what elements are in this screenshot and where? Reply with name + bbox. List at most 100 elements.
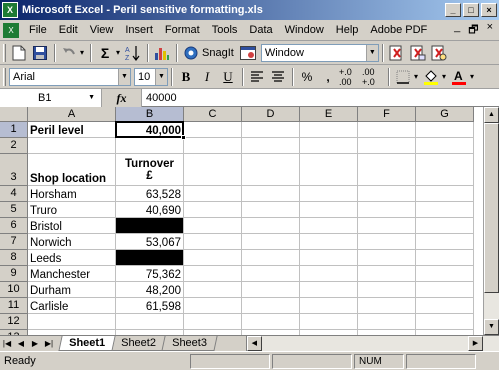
chevron-down-icon[interactable]: ▼ — [365, 44, 378, 61]
cell-d10[interactable] — [242, 282, 300, 298]
cell-c3[interactable] — [184, 154, 242, 186]
row-header-11[interactable]: 11 — [0, 298, 28, 314]
row-header-3[interactable]: 3 — [0, 154, 28, 186]
workbook-icon[interactable]: X — [3, 22, 19, 38]
sort-ascending-icon[interactable]: AZ — [123, 43, 143, 63]
cell-g11[interactable] — [416, 298, 474, 314]
insert-function-icon[interactable]: fx — [102, 88, 142, 107]
cell-b7[interactable]: 53,067 — [116, 234, 184, 250]
cell-c12[interactable] — [184, 314, 242, 330]
cell-a4[interactable]: Horsham — [28, 186, 116, 202]
pdf-review-icon[interactable] — [429, 43, 449, 63]
cell-g8[interactable] — [416, 250, 474, 266]
cell-d3[interactable] — [242, 154, 300, 186]
cell-c2[interactable] — [184, 138, 242, 154]
cell-b3[interactable]: Turnover £ — [116, 154, 184, 186]
cell-e6[interactable] — [300, 218, 358, 234]
cell-f8[interactable] — [358, 250, 416, 266]
cell-b2[interactable] — [116, 138, 184, 154]
cell-g5[interactable] — [416, 202, 474, 218]
cell-g6[interactable] — [416, 218, 474, 234]
scroll-left-icon[interactable]: ◀ — [246, 336, 262, 351]
row-header-12[interactable]: 12 — [0, 314, 28, 330]
cell-b1[interactable]: 40,000 — [116, 122, 184, 138]
snagit-label[interactable]: SnagIt — [202, 47, 234, 59]
increase-decimal-button[interactable]: +.0 .00 — [339, 67, 361, 87]
cell-d1[interactable] — [242, 122, 300, 138]
scroll-right-icon[interactable]: ▶ — [468, 336, 483, 351]
column-header-e[interactable]: E — [300, 107, 358, 122]
cell-f6[interactable] — [358, 218, 416, 234]
scroll-down-icon[interactable]: ▼ — [484, 319, 499, 335]
menu-view[interactable]: View — [84, 24, 120, 36]
tab-sheet1[interactable]: Sheet1 — [58, 336, 116, 351]
cell-e1[interactable] — [300, 122, 358, 138]
next-sheet-icon[interactable]: ▶ — [28, 339, 42, 348]
toolbar-grip[interactable] — [3, 67, 6, 86]
cell-f3[interactable] — [358, 154, 416, 186]
cell-f5[interactable] — [358, 202, 416, 218]
cell-f1[interactable] — [358, 122, 416, 138]
chevron-down-icon[interactable]: ▼ — [118, 68, 130, 85]
toolbar-grip[interactable] — [3, 43, 6, 62]
cell-a8[interactable]: Leeds — [28, 250, 116, 266]
tab-sheet3[interactable]: Sheet3 — [161, 336, 218, 351]
borders-dropdown-icon[interactable]: ▾ — [414, 72, 418, 81]
cell-g12[interactable] — [416, 314, 474, 330]
column-header-c[interactable]: C — [184, 107, 242, 122]
menu-adobe-pdf[interactable]: Adobe PDF — [364, 24, 433, 36]
cell-d7[interactable] — [242, 234, 300, 250]
cell-f4[interactable] — [358, 186, 416, 202]
cell-a6[interactable]: Bristol — [28, 218, 116, 234]
worksheet-grid[interactable]: ABCDEFG12345678910111213Peril level40,00… — [0, 107, 499, 335]
cell-d12[interactable] — [242, 314, 300, 330]
doc-restore-button[interactable]: 🗗 — [468, 21, 478, 40]
cell-d8[interactable] — [242, 250, 300, 266]
autosum-dropdown-icon[interactable]: ▾ — [116, 48, 120, 57]
cell-a12[interactable] — [28, 314, 116, 330]
doc-minimize-button[interactable]: _ — [454, 21, 460, 40]
first-sheet-icon[interactable]: |◀ — [0, 339, 14, 348]
cell-d9[interactable] — [242, 266, 300, 282]
cell-a10[interactable]: Durham — [28, 282, 116, 298]
new-icon[interactable] — [9, 43, 29, 63]
cell-c8[interactable] — [184, 250, 242, 266]
cell-a5[interactable]: Truro — [28, 202, 116, 218]
cell-e10[interactable] — [300, 282, 358, 298]
chevron-down-icon[interactable]: ▼ — [155, 68, 167, 85]
cell-c10[interactable] — [184, 282, 242, 298]
font-name-combo[interactable]: Arial ▼ — [9, 67, 131, 86]
menu-tools[interactable]: Tools — [206, 24, 244, 36]
pdf-convert-icon[interactable] — [387, 43, 407, 63]
cell-b6[interactable] — [116, 218, 184, 234]
decrease-decimal-button[interactable]: .00 +.0 — [362, 67, 384, 87]
cell-b9[interactable]: 75,362 — [116, 266, 184, 282]
cell-e11[interactable] — [300, 298, 358, 314]
cell-e3[interactable] — [300, 154, 358, 186]
column-header-d[interactable]: D — [242, 107, 300, 122]
cell-f11[interactable] — [358, 298, 416, 314]
row-header-8[interactable]: 8 — [0, 250, 28, 266]
cell-d11[interactable] — [242, 298, 300, 314]
menu-data[interactable]: Data — [243, 24, 278, 36]
row-header-2[interactable]: 2 — [0, 138, 28, 154]
font-color-icon[interactable]: A — [449, 67, 469, 87]
italic-button[interactable]: I — [197, 67, 217, 87]
doc-close-button[interactable]: × — [487, 21, 493, 40]
cell-e5[interactable] — [300, 202, 358, 218]
cell-c1[interactable] — [184, 122, 242, 138]
tab-sheet2[interactable]: Sheet2 — [110, 336, 167, 351]
cell-e7[interactable] — [300, 234, 358, 250]
pdf-email-icon[interactable] — [408, 43, 428, 63]
cell-d5[interactable] — [242, 202, 300, 218]
menu-window[interactable]: Window — [279, 24, 330, 36]
row-header-1[interactable]: 1 — [0, 122, 28, 138]
font-color-dropdown-icon[interactable]: ▾ — [470, 72, 474, 81]
name-box[interactable]: B1 ▼ — [0, 88, 102, 107]
cell-c5[interactable] — [184, 202, 242, 218]
borders-icon[interactable] — [393, 67, 413, 87]
select-all-corner[interactable] — [0, 107, 28, 122]
menu-insert[interactable]: Insert — [119, 24, 159, 36]
cell-f10[interactable] — [358, 282, 416, 298]
cell-e2[interactable] — [300, 138, 358, 154]
